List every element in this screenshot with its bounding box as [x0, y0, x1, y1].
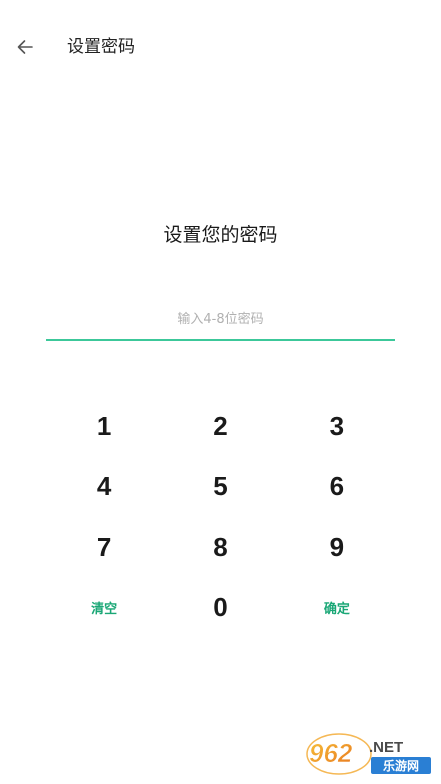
number-keypad: 1 2 3 4 5 6 7 8 9 清空 0 确定 — [46, 396, 395, 638]
key-2[interactable]: 2 — [162, 396, 278, 457]
key-label: 0 — [213, 592, 228, 623]
key-6[interactable]: 6 — [279, 457, 395, 518]
back-button[interactable] — [10, 32, 40, 62]
key-5[interactable]: 5 — [162, 457, 278, 518]
clear-label: 清空 — [91, 602, 118, 618]
key-3[interactable]: 3 — [279, 396, 395, 457]
header-bar: 设置密码 — [0, 0, 441, 96]
page-title: 设置密码 — [67, 37, 135, 57]
svg-text:962: 962 — [309, 738, 353, 768]
key-label: 9 — [329, 531, 345, 562]
password-field-container — [46, 300, 395, 341]
key-0[interactable]: 0 — [162, 578, 278, 639]
password-input[interactable] — [46, 300, 395, 338]
confirm-label: 确定 — [323, 602, 350, 618]
key-9[interactable]: 9 — [279, 517, 395, 578]
key-4[interactable]: 4 — [46, 457, 162, 518]
key-7[interactable]: 7 — [46, 517, 162, 578]
set-password-screen: 设置密码 设置您的密码 1 2 3 4 5 6 7 8 9 清空 0 确定 96… — [0, 0, 441, 784]
key-label: 6 — [329, 471, 345, 502]
key-label: 5 — [213, 471, 228, 502]
svg-text:乐游网: 乐游网 — [383, 758, 419, 773]
confirm-button[interactable]: 确定 — [279, 578, 395, 639]
key-8[interactable]: 8 — [162, 517, 278, 578]
key-label: 8 — [213, 531, 228, 562]
key-label: 2 — [213, 410, 228, 441]
key-label: 1 — [96, 410, 112, 441]
svg-text:.NET: .NET — [369, 739, 403, 756]
key-label: 3 — [329, 410, 345, 441]
site-watermark-logo: 962 .NET 乐游网 — [305, 732, 435, 778]
key-1[interactable]: 1 — [46, 396, 162, 457]
watermark-logo-icon: 962 .NET 乐游网 — [306, 733, 431, 775]
arrow-left-icon — [17, 40, 33, 54]
key-label: 7 — [96, 531, 112, 562]
password-prompt: 设置您的密码 — [163, 224, 278, 246]
clear-button[interactable]: 清空 — [46, 578, 162, 639]
key-label: 4 — [96, 471, 112, 502]
